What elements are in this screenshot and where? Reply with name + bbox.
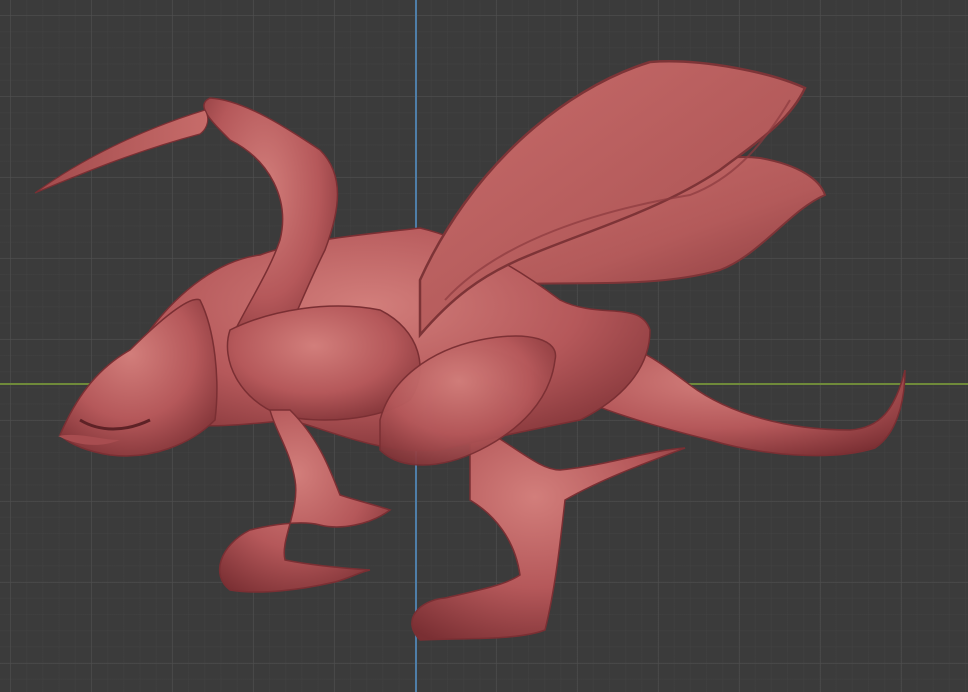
creature-sculpt-model[interactable] xyxy=(0,0,968,692)
head xyxy=(59,298,218,457)
horn-claw xyxy=(34,109,209,194)
3d-viewport[interactable] xyxy=(0,0,968,692)
